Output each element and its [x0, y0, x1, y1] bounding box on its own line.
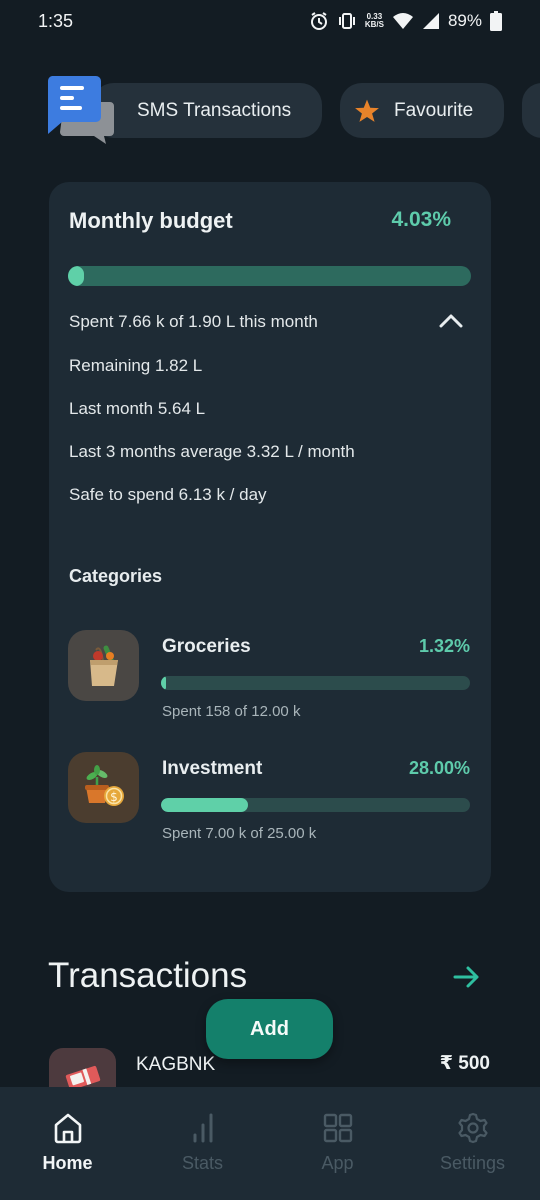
- sms-transactions-chip[interactable]: SMS Transactions: [92, 83, 322, 138]
- transaction-amount: ₹ 500: [439, 1053, 490, 1074]
- gear-icon: [457, 1112, 488, 1144]
- alarm-icon: [309, 11, 329, 31]
- budget-percent: 4.03%: [391, 208, 451, 231]
- favourite-chip[interactable]: Favourite: [340, 83, 504, 138]
- budget-last-month-line: Last month 5.64 L: [69, 399, 206, 418]
- category-name: Investment: [162, 758, 263, 779]
- category-progress-fill: [161, 676, 166, 690]
- nav-settings-label: Settings: [439, 1153, 506, 1173]
- nav-app-label: App: [321, 1153, 354, 1173]
- bottom-nav: Home Stats App Settings: [0, 1087, 540, 1200]
- more-chip[interactable]: [522, 83, 540, 138]
- budget-title: Monthly budget: [69, 208, 233, 233]
- vibrate-icon: [337, 11, 357, 31]
- budget-safe-line: Safe to spend 6.13 k / day: [69, 485, 267, 504]
- nav-stats-label: Stats: [181, 1153, 224, 1173]
- battery-percent: 89%: [447, 11, 482, 30]
- nav-home[interactable]: Home: [0, 1087, 135, 1200]
- category-percent: 1.32%: [418, 636, 470, 656]
- net-speed: 0.33 KB/S: [365, 13, 384, 29]
- svg-text:$: $: [110, 790, 118, 804]
- budget-average-line: Last 3 months average 3.32 L / month: [69, 442, 355, 461]
- net-speed-unit: KB/S: [364, 20, 384, 29]
- category-row-investment[interactable]: $ Investment 28.00% Spent 7.00 k of 25.0…: [68, 752, 478, 842]
- transactions-title: Transactions: [48, 956, 248, 995]
- arrow-right-icon[interactable]: [452, 962, 482, 992]
- add-button[interactable]: Add: [206, 999, 333, 1059]
- monthly-budget-card[interactable]: Monthly budget 4.03% Spent 7.66 k of 1.9…: [49, 182, 491, 892]
- status-time: 1:35: [38, 10, 74, 31]
- category-row-groceries[interactable]: Groceries 1.32% Spent 158 of 12.00 k: [68, 630, 478, 720]
- nav-stats[interactable]: Stats: [135, 1087, 270, 1200]
- budget-spent-line: Spent 7.66 k of 1.90 L this month: [69, 312, 318, 331]
- category-progress-bar: [161, 798, 470, 812]
- grocery-bag-icon: [68, 630, 139, 701]
- plant-coin-icon: $: [68, 752, 139, 823]
- sms-logo-icon: [48, 76, 114, 144]
- category-progress-bar: [161, 676, 470, 690]
- star-icon: [355, 99, 379, 122]
- budget-progress-fill: [68, 266, 85, 286]
- budget-progress-bar: [68, 266, 471, 286]
- nav-home-label: Home: [42, 1153, 93, 1173]
- category-subtitle: Spent 158 of 12.00 k: [162, 703, 301, 720]
- stats-icon: [193, 1113, 212, 1143]
- home-icon: [54, 1113, 81, 1144]
- category-subtitle: Spent 7.00 k of 25.00 k: [162, 825, 317, 842]
- status-icons: 0.33 KB/S 89%: [309, 11, 502, 31]
- favourite-label: Favourite: [394, 99, 474, 121]
- chevron-up-icon[interactable]: [439, 312, 463, 328]
- battery-icon: [490, 11, 502, 31]
- apps-grid-icon: [323, 1113, 352, 1143]
- nav-settings[interactable]: Settings: [405, 1087, 540, 1200]
- status-bar: 1:35 0.33 KB/S 89%: [0, 0, 540, 42]
- category-progress-fill: [161, 798, 248, 812]
- nav-app[interactable]: App: [270, 1087, 405, 1200]
- category-percent: 28.00%: [408, 758, 470, 778]
- signal-icon: [422, 12, 440, 30]
- categories-heading: Categories: [69, 566, 163, 586]
- wifi-icon: [392, 12, 414, 30]
- transaction-name: KAGBNK: [136, 1054, 216, 1075]
- filter-chips: SMS Transactions Favourite: [48, 76, 540, 144]
- sms-transactions-label: SMS Transactions: [137, 99, 292, 121]
- category-name: Groceries: [162, 636, 251, 657]
- budget-remaining-line: Remaining 1.82 L: [69, 356, 203, 375]
- add-button-label: Add: [250, 1017, 289, 1040]
